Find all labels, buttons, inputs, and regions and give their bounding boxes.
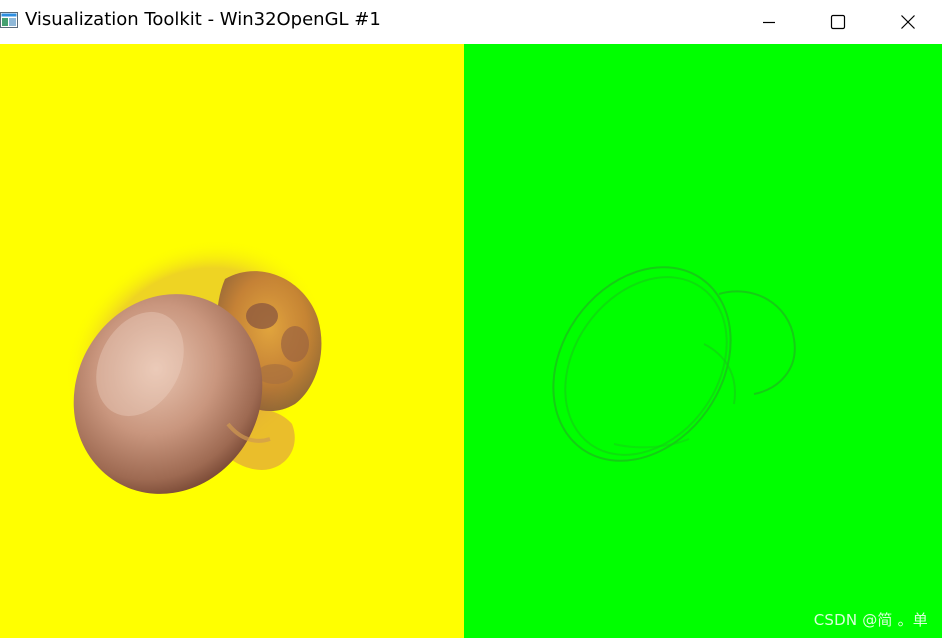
close-icon [901, 15, 915, 29]
window-title: Visualization Toolkit - Win32OpenGL #1 [25, 9, 381, 30]
vtk-render-window: Visualization Toolkit - Win32OpenGL #1 C… [0, 0, 942, 638]
maximize-button[interactable] [803, 0, 873, 44]
minimize-icon [763, 21, 775, 24]
watermark-text: CSDN @简 。单 [813, 611, 928, 629]
title-bar[interactable]: Visualization Toolkit - Win32OpenGL #1 [0, 0, 942, 44]
close-button[interactable] [873, 0, 942, 44]
minimize-button[interactable] [734, 0, 804, 44]
left-render-viewport[interactable] [0, 44, 464, 638]
right-render-viewport[interactable]: CSDN @简 。单 [464, 44, 942, 638]
app-icon [0, 11, 18, 29]
maximize-icon [830, 14, 846, 30]
skull-volume-render [65, 239, 325, 494]
skull-outline-render [552, 266, 796, 462]
